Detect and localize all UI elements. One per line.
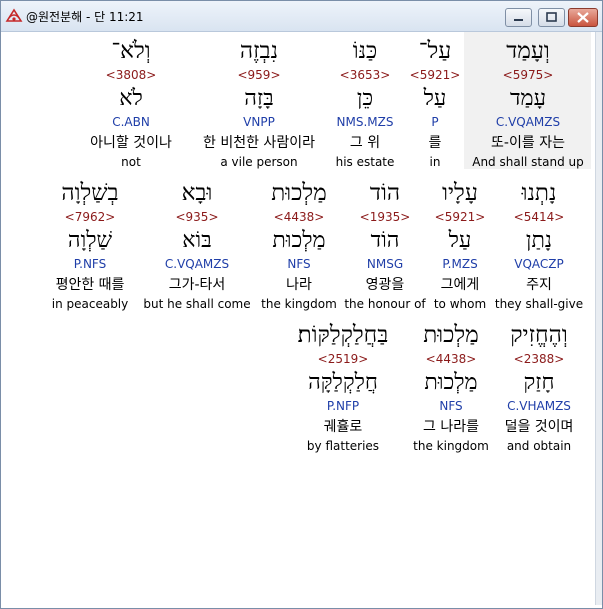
korean-gloss: 평안한 때를	[55, 277, 125, 293]
lemma: בָּזָה	[244, 86, 274, 111]
hebrew-word: בְשַׁלְוָה	[61, 180, 119, 206]
lemma: חֲלַקְלַקָּה	[308, 370, 378, 395]
morphology-code: C.ABN	[112, 115, 150, 129]
app-window: @원전분해 - 단 11:21 וְעָמַד <5975> עָמַד C.V…	[0, 0, 603, 609]
lemma: שַׁלְוָה	[67, 228, 113, 253]
morphology-code: P.NFS	[73, 257, 107, 271]
korean-gloss: 한 비천한 사람이라	[203, 135, 315, 151]
strong-number: <3808>	[105, 68, 157, 82]
morphology-code: VNPP	[243, 115, 275, 129]
minimize-button[interactable]	[505, 8, 532, 27]
strong-number: <959>	[237, 68, 281, 82]
english-gloss: in peaceably	[51, 297, 129, 311]
vertical-scrollbar[interactable]	[595, 32, 602, 605]
hebrew-word: נִבְזֶה	[239, 38, 279, 64]
maximize-icon	[546, 12, 557, 22]
morphology-code: P.NFP	[326, 399, 360, 413]
interlinear-view[interactable]: וְעָמַד <5975> עָמַד C.VQAMZS 또-이를 자는 An…	[4, 32, 595, 605]
title-bar[interactable]: @원전분해 - 단 11:21	[1, 1, 602, 32]
english-gloss: not	[121, 155, 141, 169]
close-icon	[577, 12, 589, 23]
hebrew-word: וְלֹא־	[111, 38, 151, 64]
hebrew-word: בַּחֲלַקְלַקּוֹת׃	[297, 322, 389, 348]
close-button[interactable]	[568, 8, 598, 27]
minimize-icon	[514, 19, 523, 21]
app-logo-icon	[5, 7, 23, 25]
maximize-button[interactable]	[538, 8, 565, 27]
english-gloss: by flatteries	[306, 439, 380, 453]
window-title: @원전분해 - 단 11:21	[26, 10, 144, 24]
lemma: לֹא	[119, 86, 143, 111]
korean-gloss: 궤휼로	[323, 419, 363, 435]
english-gloss: a vile person	[220, 155, 298, 169]
strong-number: <2519>	[317, 352, 369, 366]
strong-number: <7962>	[64, 210, 116, 224]
korean-gloss: 아니할 것이나	[90, 135, 172, 151]
